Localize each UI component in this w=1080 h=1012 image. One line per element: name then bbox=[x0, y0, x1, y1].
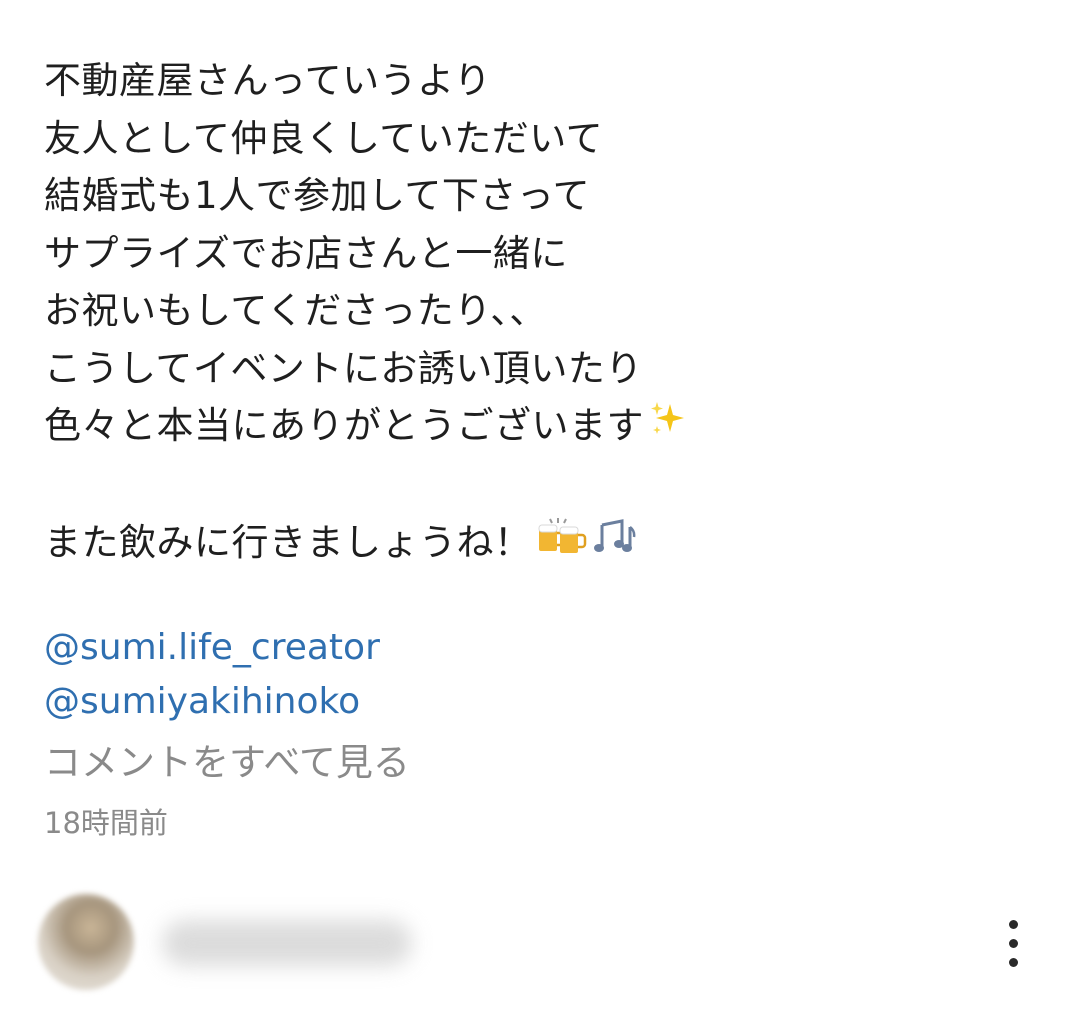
sparkles-emoji-icon bbox=[648, 399, 688, 457]
beer-mugs-emoji-icon bbox=[536, 516, 588, 574]
caption-line-thanks: 色々と本当にありがとうございます bbox=[44, 397, 1050, 456]
more-options-button[interactable] bbox=[990, 914, 1040, 974]
post-caption: 不動産屋さんっていうより 友人として仲良くしていただいて 結婚式も1人で参加して… bbox=[44, 52, 1050, 845]
username-blurred[interactable] bbox=[162, 920, 412, 966]
mention-link-sumiyakihinoko[interactable]: @sumiyakihinoko bbox=[44, 675, 1050, 729]
closing-text: また飲みに行きましょうね！ bbox=[44, 520, 532, 564]
caption-line: こうしてイベントにお誘い頂いたり bbox=[44, 346, 643, 390]
caption-line: 友人として仲良くしていただいて bbox=[44, 116, 604, 160]
view-all-comments-link[interactable]: コメントをすべて見る bbox=[44, 735, 1050, 791]
caption-line: お祝いもしてくださったり、、 bbox=[44, 289, 547, 332]
caption-text: 色々と本当にありがとうございます bbox=[44, 404, 644, 447]
music-notes-emoji-icon bbox=[592, 516, 636, 574]
caption-line: サプライズでお店さんと一緒に bbox=[44, 231, 568, 275]
mention-link-sumi-life-creator[interactable]: @sumi.life_creator bbox=[44, 621, 1050, 675]
caption-line: 不動産屋さんっていうより bbox=[44, 59, 492, 102]
comment-row bbox=[0, 880, 1080, 1000]
avatar[interactable] bbox=[38, 894, 134, 990]
caption-line: 結婚式も1人で参加して下さって bbox=[44, 174, 591, 217]
post-timestamp: 18時間前 bbox=[44, 806, 168, 840]
closing-line: また飲みに行きましょうね！ bbox=[44, 514, 1050, 573]
